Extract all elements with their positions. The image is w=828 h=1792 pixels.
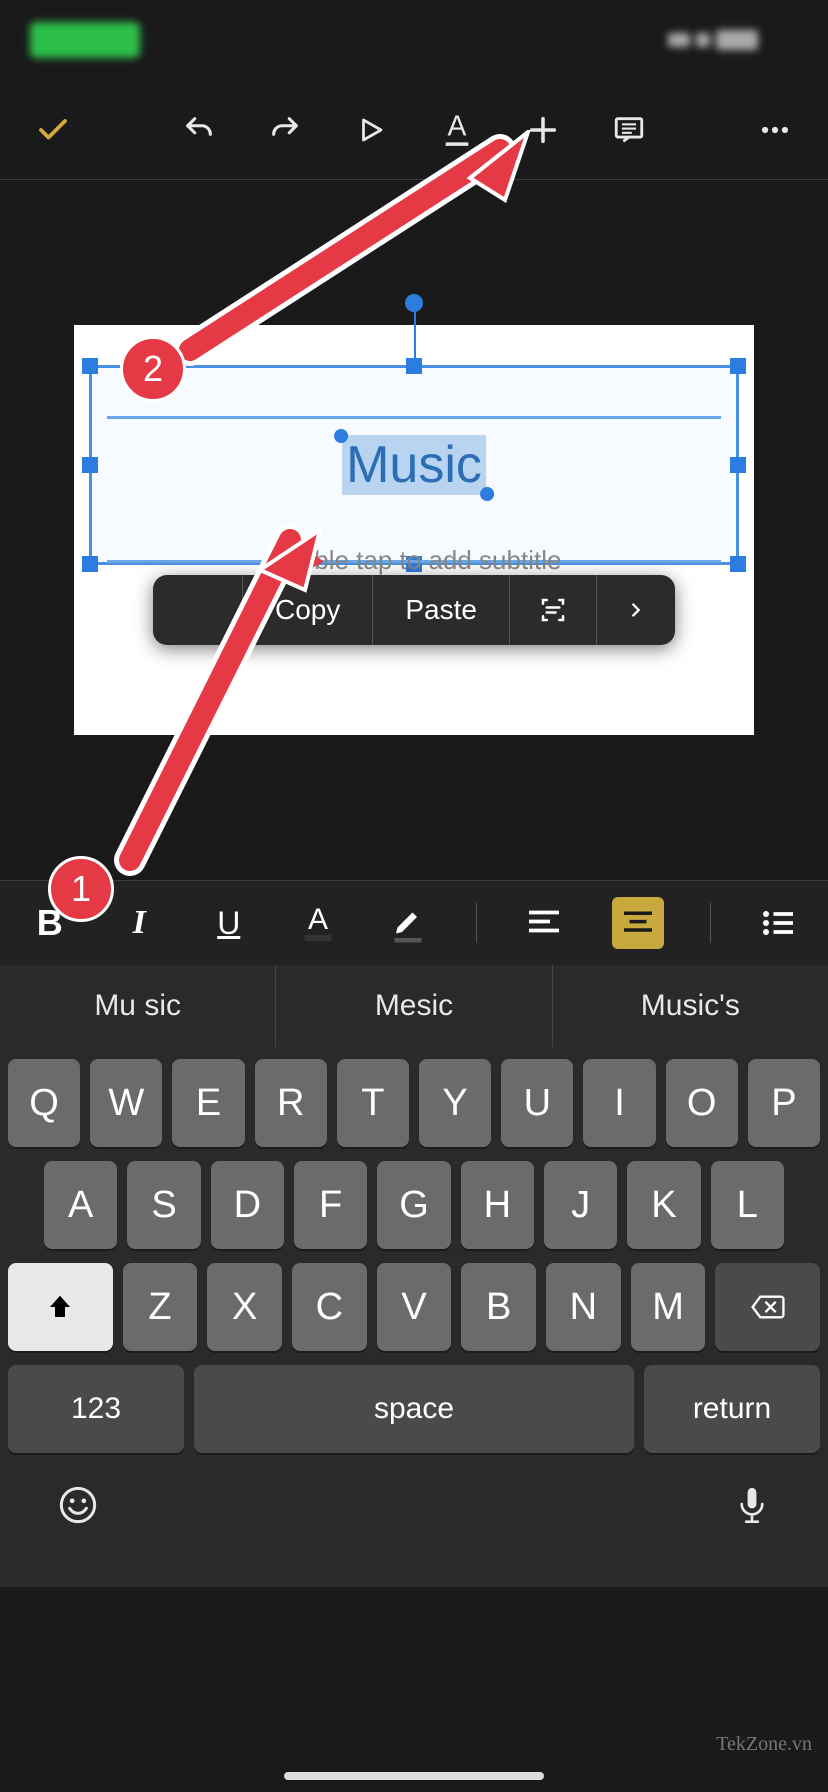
title-guide-top (107, 416, 721, 419)
title-text-value: Music (346, 436, 482, 494)
resize-handle-br[interactable] (730, 556, 746, 572)
key-return[interactable]: return (644, 1365, 820, 1453)
format-bar: B I U A (0, 880, 828, 965)
resize-handle-bl[interactable] (82, 556, 98, 572)
key-k[interactable]: K (627, 1161, 700, 1249)
key-n[interactable]: N (546, 1263, 621, 1351)
key-numbers[interactable]: 123 (8, 1365, 184, 1453)
italic-button[interactable]: I (118, 901, 162, 945)
key-shift[interactable] (8, 1263, 113, 1351)
key-d[interactable]: D (211, 1161, 284, 1249)
annotation-arrow-2 (170, 130, 550, 370)
key-v[interactable]: V (377, 1263, 452, 1351)
more-button[interactable] (752, 107, 798, 153)
svg-text:A: A (308, 903, 328, 936)
key-t[interactable]: T (337, 1059, 409, 1147)
keyboard-row-2: A S D F G H J K L (8, 1161, 820, 1249)
context-paste[interactable]: Paste (373, 575, 510, 645)
on-screen-keyboard: Q W E R T Y U I O P A S D F G H J K L Z … (0, 1047, 828, 1587)
status-carrier (30, 22, 140, 58)
underline-button[interactable]: U (207, 901, 251, 945)
done-button[interactable] (30, 107, 76, 153)
key-r[interactable]: R (255, 1059, 327, 1147)
key-s[interactable]: S (127, 1161, 200, 1249)
align-left-button[interactable] (522, 901, 566, 945)
highlight-button[interactable] (386, 901, 430, 945)
annotation-marker-1: 1 (48, 856, 114, 922)
key-g[interactable]: G (377, 1161, 450, 1249)
comments-button[interactable] (606, 107, 652, 153)
key-a[interactable]: A (44, 1161, 117, 1249)
key-p[interactable]: P (748, 1059, 820, 1147)
key-backspace[interactable] (715, 1263, 820, 1351)
key-c[interactable]: C (292, 1263, 367, 1351)
dictation-button[interactable] (734, 1485, 770, 1587)
suggestion-1[interactable]: Mu sic (0, 965, 276, 1047)
keyboard-row-4: 123 space return (8, 1365, 820, 1453)
key-j[interactable]: J (544, 1161, 617, 1249)
home-indicator[interactable] (284, 1772, 544, 1780)
text-selection-start[interactable] (334, 429, 348, 443)
key-x[interactable]: X (207, 1263, 282, 1351)
align-center-button[interactable] (612, 897, 664, 949)
key-b[interactable]: B (461, 1263, 536, 1351)
resize-handle-ml[interactable] (82, 457, 98, 473)
status-bar (0, 0, 828, 80)
suggestion-2[interactable]: Mesic (276, 965, 552, 1047)
key-i[interactable]: I (583, 1059, 655, 1147)
key-e[interactable]: E (172, 1059, 244, 1147)
keyboard-bottom-row (8, 1467, 820, 1587)
text-color-button[interactable]: A (297, 901, 341, 945)
key-q[interactable]: Q (8, 1059, 80, 1147)
key-z[interactable]: Z (123, 1263, 198, 1351)
resize-handle-tr[interactable] (730, 358, 746, 374)
keyboard-suggestions: Mu sic Mesic Music's (0, 965, 828, 1047)
annotation-marker-2: 2 (120, 336, 186, 402)
status-indicators (668, 25, 798, 55)
keyboard-row-1: Q W E R T Y U I O P (8, 1059, 820, 1147)
key-f[interactable]: F (294, 1161, 367, 1249)
key-y[interactable]: Y (419, 1059, 491, 1147)
key-m[interactable]: M (631, 1263, 706, 1351)
resize-handle-tl[interactable] (82, 358, 98, 374)
emoji-button[interactable] (58, 1485, 98, 1587)
format-separator-2 (710, 903, 711, 943)
format-separator-1 (476, 903, 477, 943)
keyboard-row-3: Z X C V B N M (8, 1263, 820, 1351)
watermark: TekZone.vn (716, 1733, 812, 1756)
annotation-arrow-1 (110, 520, 390, 880)
key-l[interactable]: L (711, 1161, 784, 1249)
key-u[interactable]: U (501, 1059, 573, 1147)
resize-handle-mr[interactable] (730, 457, 746, 473)
key-w[interactable]: W (90, 1059, 162, 1147)
context-scan-icon[interactable] (510, 575, 597, 645)
suggestion-3[interactable]: Music's (553, 965, 828, 1047)
key-space[interactable]: space (194, 1365, 634, 1453)
text-selection-end[interactable] (480, 487, 494, 501)
key-o[interactable]: O (666, 1059, 738, 1147)
key-h[interactable]: H (461, 1161, 534, 1249)
context-more-icon[interactable] (597, 575, 675, 645)
title-text-selected[interactable]: Music (342, 435, 486, 495)
bullet-list-button[interactable] (757, 901, 801, 945)
